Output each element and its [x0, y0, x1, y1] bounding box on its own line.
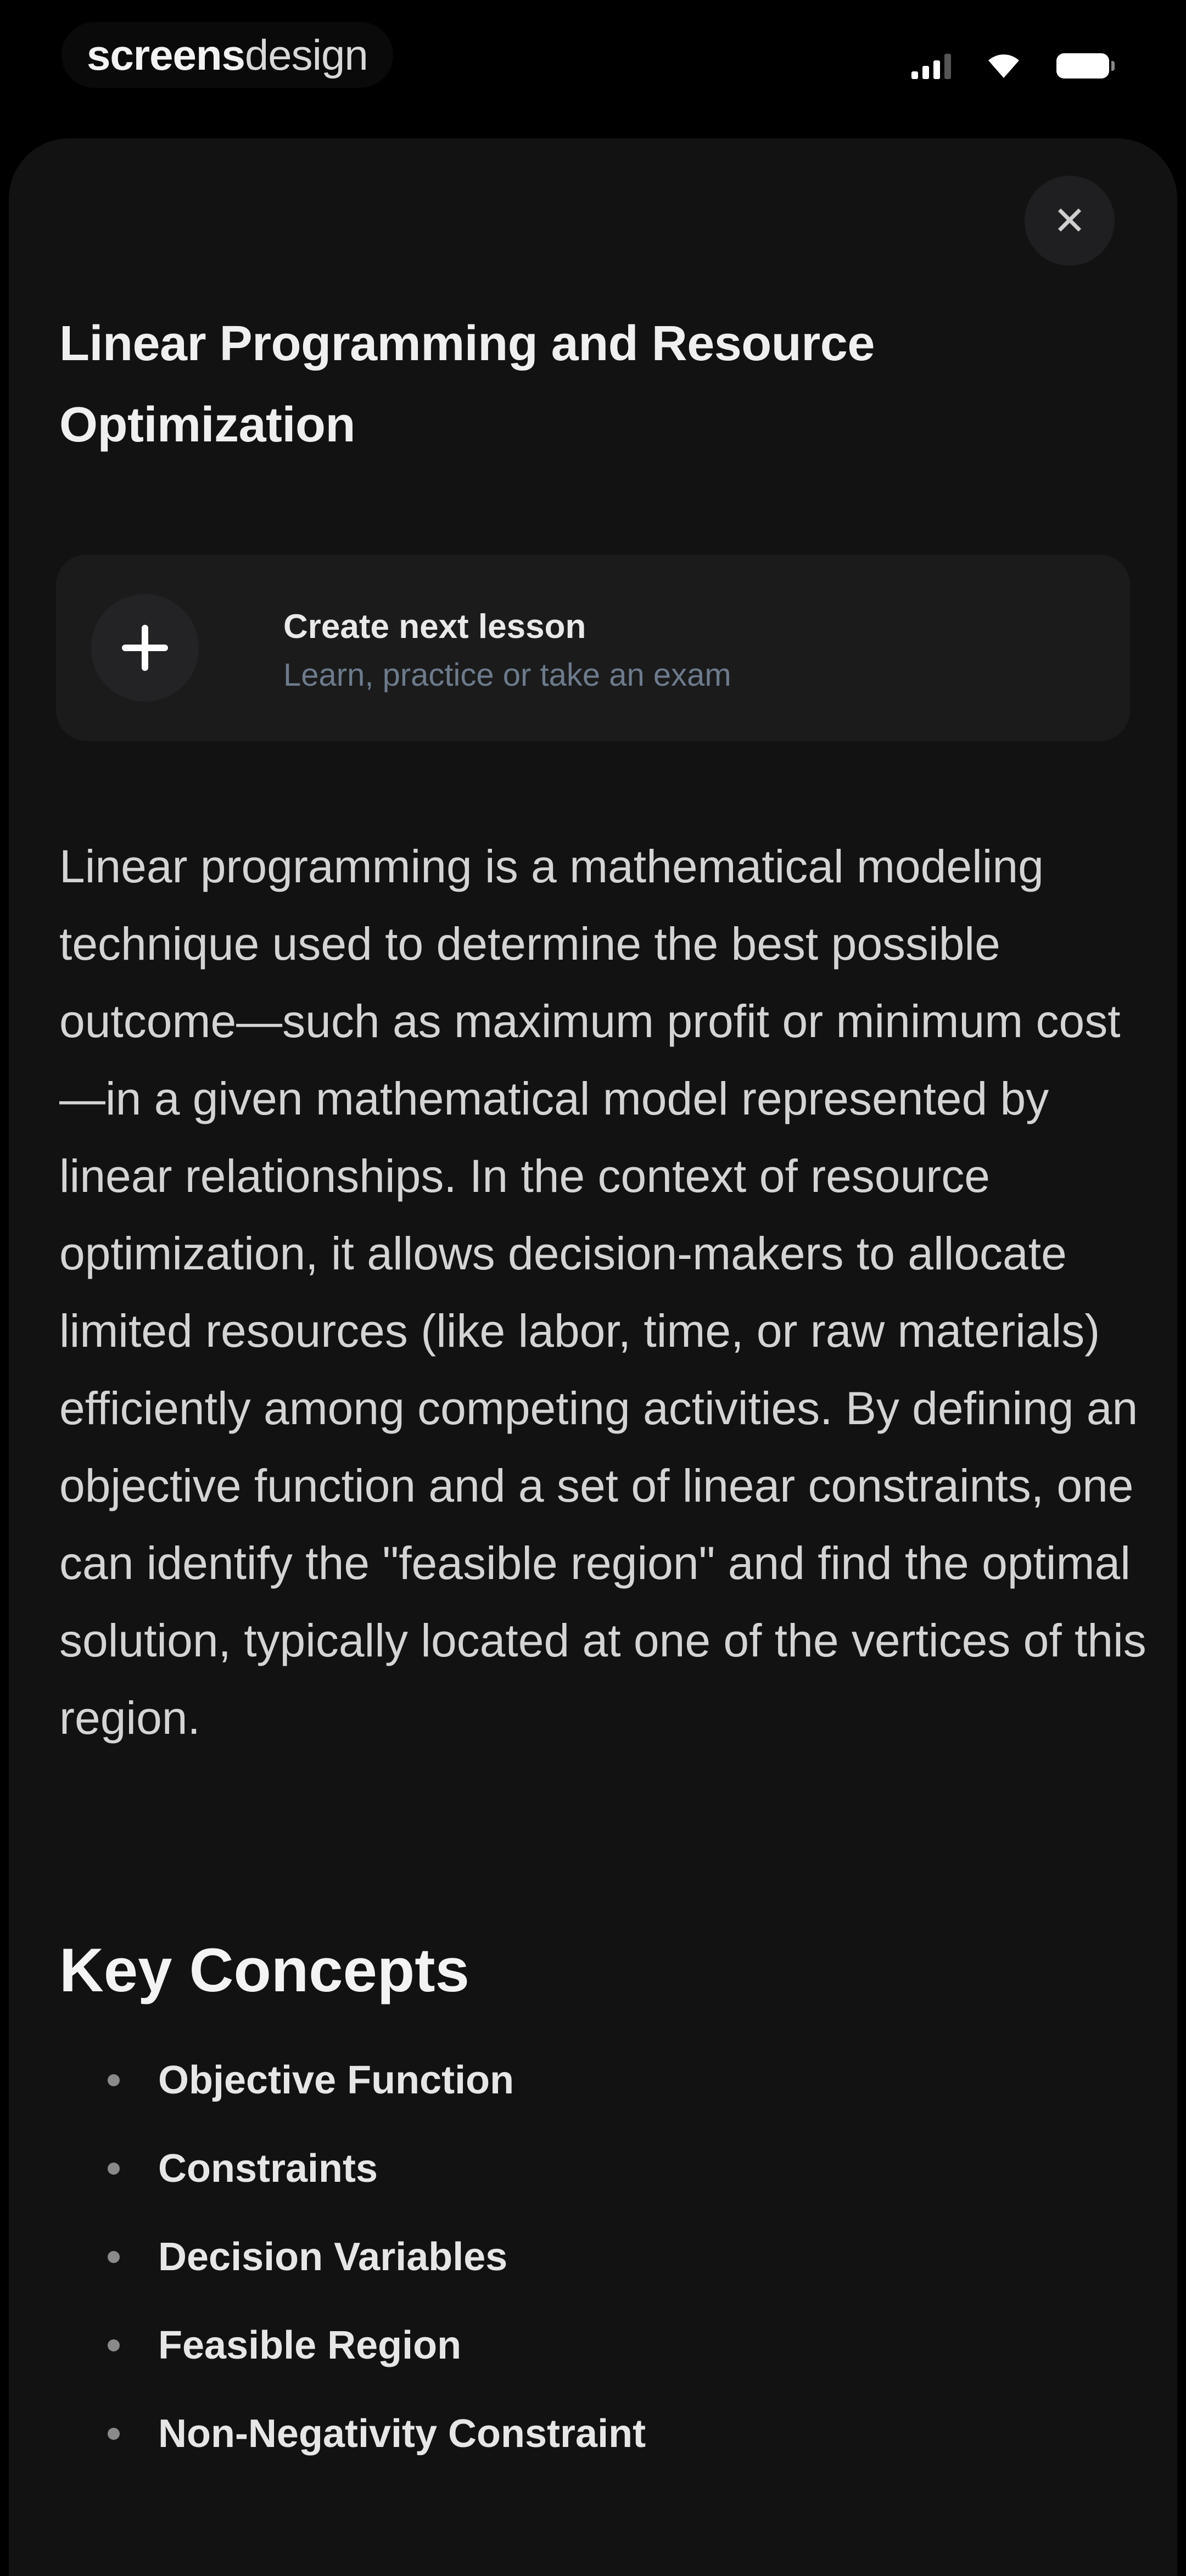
concept-label: Constraints — [158, 2146, 378, 2191]
brand-logo: screens design — [61, 22, 393, 88]
brand-name-light: design — [244, 30, 368, 79]
create-next-lesson-button[interactable]: Create next lesson Learn, practice or ta… — [56, 555, 1130, 741]
lesson-sheet: ✕ Linear Programming and Resource Optimi… — [9, 138, 1177, 2576]
lesson-card-title: Create next lesson — [283, 608, 586, 646]
status-icons — [911, 48, 1115, 83]
key-concepts-list: Objective Function Constraints Decision … — [9, 2036, 1177, 2478]
bullet-icon — [108, 2427, 120, 2440]
concept-label: Feasible Region — [158, 2323, 462, 2367]
list-item: Feasible Region — [9, 2301, 1177, 2389]
plus-icon-container — [91, 594, 199, 702]
bullet-icon — [108, 2074, 120, 2086]
bullet-icon — [108, 2250, 120, 2263]
concept-label: Non-Negativity Constraint — [158, 2411, 646, 2456]
lesson-description: Linear programming is a mathematical mod… — [59, 841, 1146, 1744]
bullet-icon — [108, 2162, 120, 2175]
list-item: Non-Negativity Constraint — [9, 2389, 1177, 2478]
signal-icon — [911, 53, 951, 79]
battery-icon — [1056, 53, 1115, 79]
list-item: Objective Function — [9, 2036, 1177, 2124]
close-button[interactable]: ✕ — [1025, 176, 1115, 266]
key-concepts-heading: Key Concepts — [59, 1936, 469, 2004]
plus-icon — [122, 625, 168, 671]
status-bar: screens design — [0, 0, 1186, 132]
list-item: Decision Variables — [9, 2213, 1177, 2301]
concept-label: Objective Function — [158, 2058, 514, 2102]
bullet-icon — [108, 2339, 120, 2351]
brand-name-bold: screens — [87, 30, 245, 79]
lesson-card-subtitle: Learn, practice or take an exam — [283, 657, 731, 693]
list-item: Constraints — [9, 2124, 1177, 2213]
close-icon: ✕ — [1053, 198, 1087, 244]
concept-label: Decision Variables — [158, 2235, 508, 2279]
page-title: Linear Programming and Resource Optimiza… — [59, 316, 875, 452]
wifi-icon — [988, 54, 1019, 78]
